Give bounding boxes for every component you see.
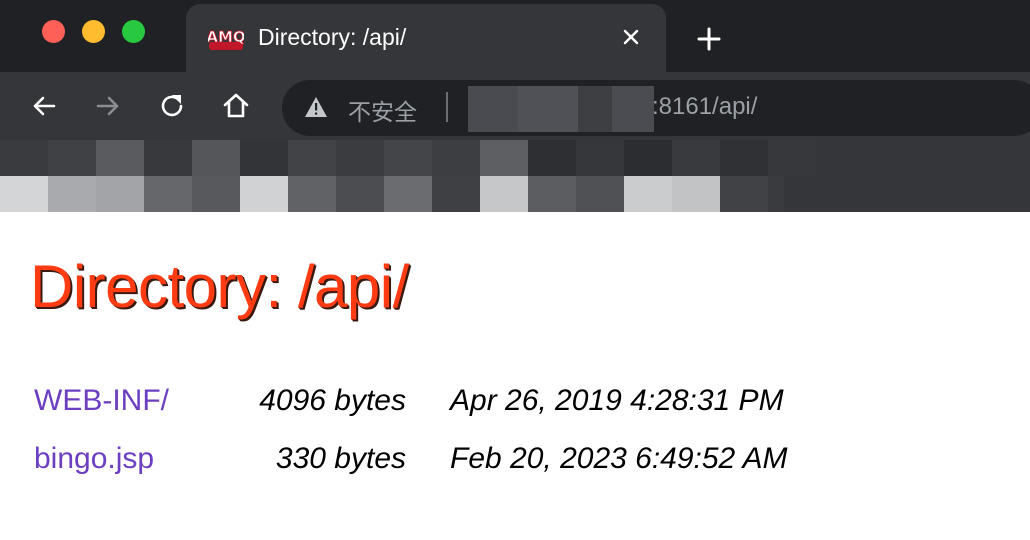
tab-strip: AMQ Directory: /api/ [0, 0, 1030, 72]
tab-title: Directory: /api/ [258, 24, 407, 50]
file-modified: Apr 26, 2019 4:28:31 PM [450, 384, 784, 417]
file-size: 330 bytes [275, 442, 406, 475]
security-label[interactable]: 不安全 [348, 93, 417, 127]
address-bar[interactable]: 不安全 :8161/api/ [282, 80, 1030, 136]
file-size: 4096 bytes [259, 384, 406, 417]
home-icon[interactable] [220, 90, 252, 122]
page-title: Directory: /api/ [30, 253, 409, 320]
table-row: WEB-INF/ 4096 bytes Apr 26, 2019 4:28:31… [34, 380, 934, 438]
window-zoom-button[interactable] [122, 20, 145, 43]
close-icon[interactable] [616, 22, 646, 52]
directory-listing: WEB-INF/ 4096 bytes Apr 26, 2019 4:28:31… [34, 380, 934, 496]
table-row: bingo.jsp 330 bytes Feb 20, 2023 6:49:52… [34, 438, 934, 496]
reload-icon[interactable] [156, 90, 188, 122]
forward-arrow-icon[interactable] [92, 90, 124, 122]
file-link[interactable]: bingo.jsp [34, 442, 154, 476]
url-text[interactable]: :8161/api/ [652, 93, 757, 121]
window-close-button[interactable] [42, 20, 65, 43]
browser-tab[interactable]: AMQ Directory: /api/ [186, 4, 666, 72]
favicon-text: AMQ [208, 28, 244, 46]
browser-toolbar: 不安全 :8161/api/ [0, 72, 1030, 140]
back-arrow-icon[interactable] [28, 90, 60, 122]
warning-icon[interactable] [304, 96, 328, 118]
file-modified: Feb 20, 2023 6:49:52 AM [450, 442, 788, 475]
plus-icon[interactable] [694, 24, 724, 54]
window-minimize-button[interactable] [82, 20, 105, 43]
amq-logo-icon: AMQ [208, 28, 244, 50]
page-content: Directory: /api/ WEB-INF/ 4096 bytes Apr… [0, 212, 1030, 540]
file-link[interactable]: WEB-INF/ [34, 384, 169, 418]
redacted-host [468, 86, 654, 132]
bookmarks-bar-redacted [0, 140, 1030, 212]
url-separator [446, 92, 448, 122]
